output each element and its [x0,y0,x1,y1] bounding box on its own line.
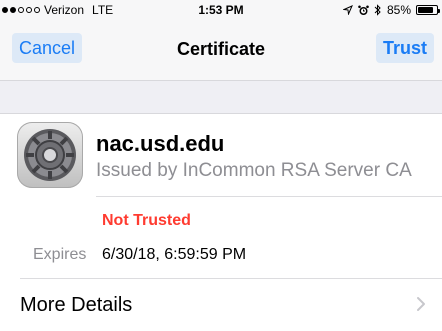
chevron-right-icon [417,297,425,311]
divider [96,196,442,197]
certificate-issuer: Issued by InCommon RSA Server CA [96,160,412,181]
more-details-label: More Details [20,294,133,316]
more-details-row[interactable]: More Details [0,279,442,331]
certificate-name: nac.usd.edu [96,131,225,156]
trust-button[interactable]: Trust [375,33,434,63]
battery-icon [416,5,440,15]
section-spacer [0,81,442,114]
location-arrow-icon [342,5,353,15]
navigation-bar: Cancel Certificate Trust [0,20,442,81]
status-right: 85% [342,3,440,17]
status-bar: Verizon LTE 1:53 PM 85% [0,0,442,20]
alarm-clock-icon [358,5,369,15]
expires-value: 6/30/18, 6:59:59 PM [102,246,247,263]
trust-status: Not Trusted [102,212,191,229]
battery-fill [418,7,434,13]
expires-label: Expires [33,246,87,263]
settings-gear-icon [17,122,83,188]
certificate-summary: nac.usd.edu Issued by InCommon RSA Serve… [0,114,442,196]
bluetooth-icon [374,4,381,16]
battery-percent: 85% [386,3,411,17]
